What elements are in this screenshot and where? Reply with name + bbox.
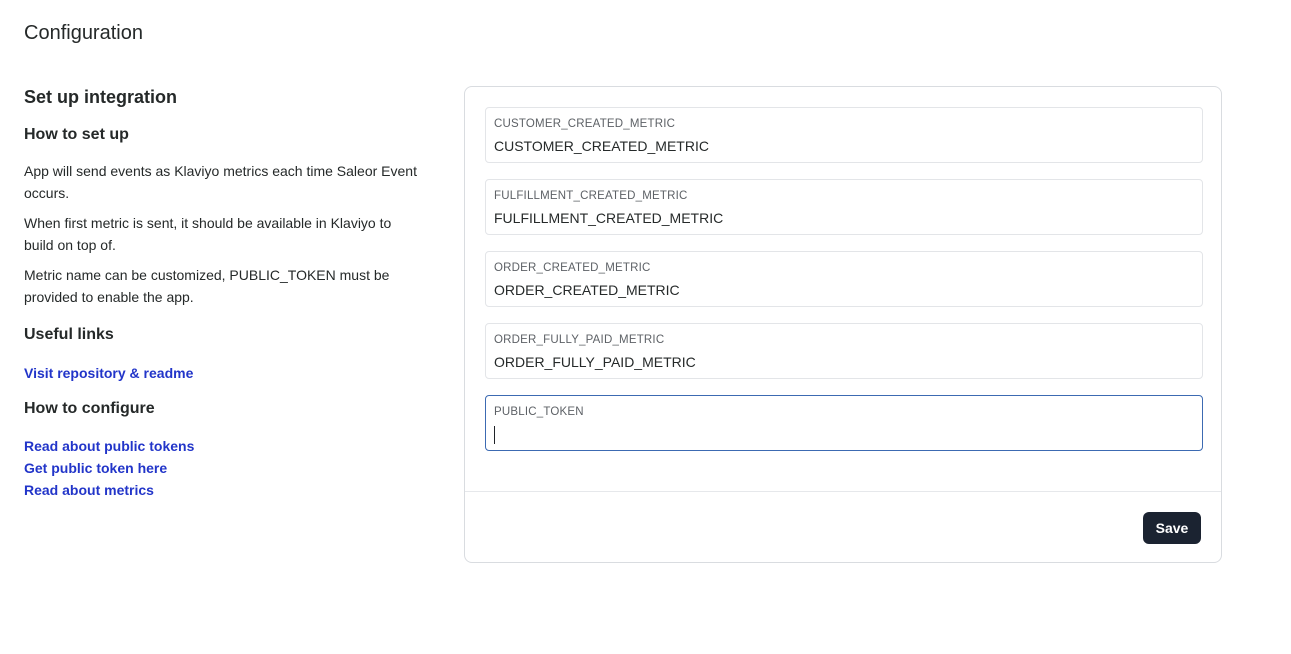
field-label: PUBLIC_TOKEN (494, 406, 584, 418)
customer-created-metric-input[interactable] (494, 136, 1184, 156)
useful-links-heading: Useful links (24, 326, 114, 343)
setup-paragraph-2: When first metric is sent, it should be … (24, 215, 392, 253)
setup-paragraph-1: App will send events as Klaviyo metrics … (24, 163, 417, 201)
save-button[interactable]: Save (1143, 512, 1201, 544)
field-label: CUSTOMER_CREATED_METRIC (494, 118, 676, 130)
integration-info-panel: Set up integration How to set up App wil… (24, 84, 424, 501)
public-token-field[interactable]: PUBLIC_TOKEN (485, 395, 1203, 451)
setup-paragraph-3: Metric name can be customized, PUBLIC_TO… (24, 267, 390, 305)
public-token-input[interactable] (494, 424, 1184, 444)
form-footer-divider (465, 491, 1221, 492)
how-to-configure-heading: How to configure (24, 400, 155, 417)
repository-readme-link[interactable]: Visit repository & readme (24, 362, 424, 384)
field-label: FULFILLMENT_CREATED_METRIC (494, 190, 688, 202)
text-cursor (494, 426, 495, 444)
fulfillment-created-metric-field[interactable]: FULFILLMENT_CREATED_METRIC (485, 179, 1203, 235)
order-fully-paid-metric-field[interactable]: ORDER_FULLY_PAID_METRIC (485, 323, 1203, 379)
configuration-form-card: CUSTOMER_CREATED_METRIC FULFILLMENT_CREA… (464, 86, 1222, 563)
field-label: ORDER_FULLY_PAID_METRIC (494, 334, 665, 346)
page-title: Configuration (24, 22, 143, 44)
fulfillment-created-metric-input[interactable] (494, 208, 1184, 228)
metrics-docs-link[interactable]: Read about metrics (24, 479, 424, 501)
order-fully-paid-metric-input[interactable] (494, 352, 1184, 372)
field-label: ORDER_CREATED_METRIC (494, 262, 651, 274)
get-public-token-link[interactable]: Get public token here (24, 457, 424, 479)
order-created-metric-field[interactable]: ORDER_CREATED_METRIC (485, 251, 1203, 307)
public-tokens-docs-link[interactable]: Read about public tokens (24, 435, 424, 457)
setup-heading: Set up integration (24, 87, 177, 107)
customer-created-metric-field[interactable]: CUSTOMER_CREATED_METRIC (485, 107, 1203, 163)
how-to-setup-heading: How to set up (24, 126, 129, 143)
order-created-metric-input[interactable] (494, 280, 1184, 300)
